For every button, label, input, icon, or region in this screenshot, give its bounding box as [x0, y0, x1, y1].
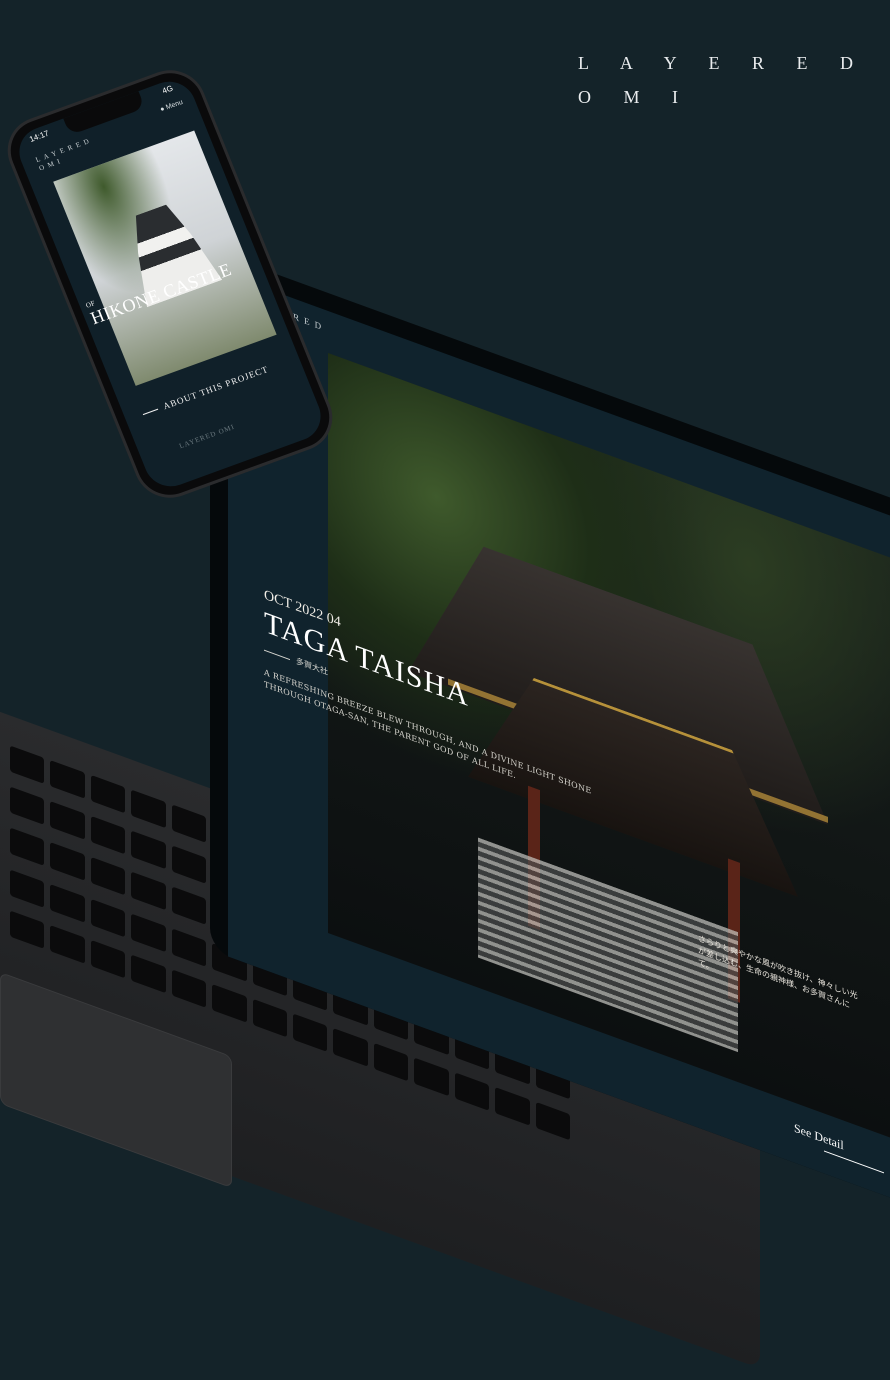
key [535, 1101, 570, 1141]
key [50, 801, 85, 840]
key [131, 913, 166, 952]
key [252, 998, 287, 1038]
key [10, 745, 45, 785]
key [90, 857, 126, 896]
phone-footer: LAYERED OMI [178, 422, 236, 451]
key [131, 872, 166, 911]
status-network: 4G [160, 83, 175, 96]
key [131, 789, 166, 829]
key [10, 910, 45, 949]
key [171, 845, 207, 885]
key [90, 774, 126, 814]
key [171, 969, 207, 1008]
brand-logo: L A Y E R E D O M I [578, 46, 867, 114]
key [90, 939, 126, 979]
key [373, 1042, 409, 1082]
key [333, 1027, 368, 1067]
key [414, 1057, 449, 1096]
status-time: 14:17 [28, 128, 51, 144]
key [50, 924, 85, 964]
key [131, 830, 166, 870]
key [171, 886, 207, 926]
key [495, 1086, 530, 1126]
key [10, 786, 45, 826]
key [50, 842, 85, 882]
key [10, 869, 45, 908]
brand-line-2: O M I [578, 87, 692, 107]
key [90, 816, 126, 855]
key [292, 1013, 328, 1052]
key [171, 804, 207, 843]
key [131, 954, 166, 993]
key [50, 760, 85, 799]
key [90, 898, 126, 938]
key [50, 883, 85, 923]
brand-line-1: L A Y E R E D [578, 53, 867, 73]
menu-button[interactable]: ● Menu [159, 99, 184, 114]
key [454, 1072, 490, 1111]
status-bar: 14:17 4G [28, 84, 174, 144]
key [171, 927, 207, 967]
key [10, 827, 45, 867]
key [212, 983, 247, 1023]
